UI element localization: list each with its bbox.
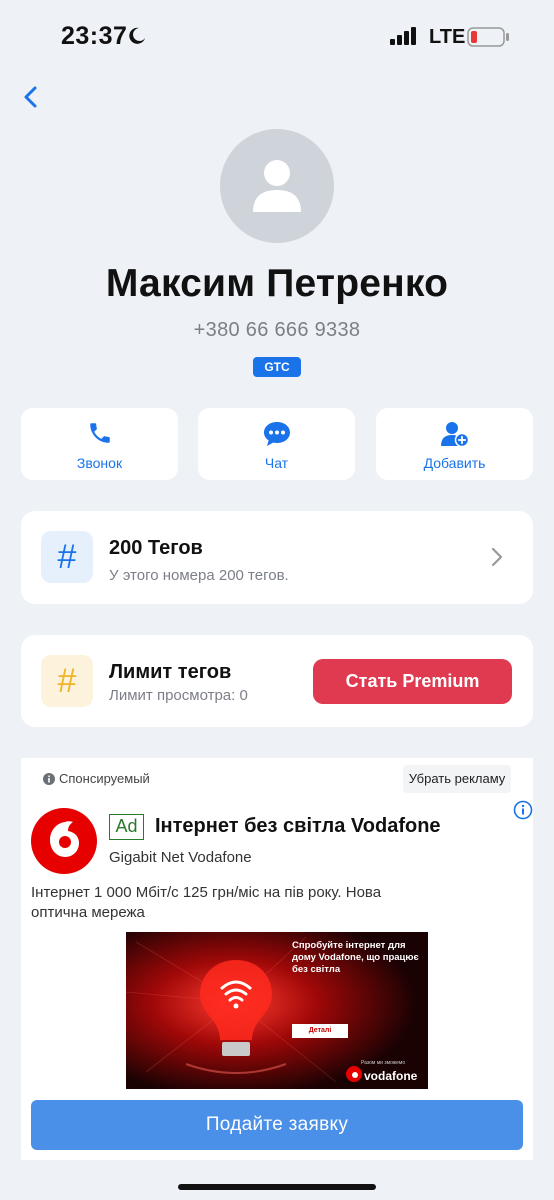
call-button[interactable]: Звонок — [21, 408, 178, 480]
banner-details-button[interactable]: Деталі — [292, 1024, 348, 1038]
banner-small-text: Разом ми зможемо — [361, 1060, 406, 1066]
contact-phone: +380 66 666 9338 — [193, 319, 361, 341]
ad-body: Інтернет 1 000 Мбіт/с 125 грн/міс на пів… — [31, 884, 382, 921]
status-bar: 23:37 LTE — [0, 0, 554, 76]
ad-title[interactable]: Інтернет без світла Vodafone — [155, 815, 441, 838]
add-contact-button[interactable]: Добавить — [376, 408, 533, 480]
info-icon — [43, 772, 55, 785]
signal-icon — [390, 27, 418, 50]
sponsored-label: Спонсируемый — [43, 771, 150, 786]
ad-info-icon[interactable] — [513, 800, 533, 825]
contact-name: Максим Петренко — [105, 262, 449, 305]
chat-button[interactable]: Чат — [198, 408, 355, 480]
limit-card: # Лимит тегов Лимит просмотра: 0 Стать P… — [21, 635, 533, 727]
limit-title: Лимит тегов — [109, 661, 232, 683]
chevron-right-icon — [491, 547, 503, 572]
hash-icon: # — [41, 531, 93, 583]
tags-subtitle: У этого номера 200 тегов. — [109, 567, 289, 584]
ad-container: Спонсируемый Убрать рекламу Ad Інтернет … — [21, 758, 533, 1160]
chevron-left-icon — [24, 86, 37, 108]
add-contact-icon — [376, 420, 533, 448]
call-label: Звонок — [76, 455, 123, 471]
home-indicator[interactable] — [178, 1184, 376, 1190]
limit-subtitle: Лимит просмотра: 0 — [109, 687, 248, 704]
remove-ads-button[interactable]: Убрать рекламу — [403, 765, 511, 793]
chat-icon — [198, 420, 355, 448]
ad-advertiser: Gigabit Net Vodafone — [109, 849, 252, 866]
network-type: LTE — [429, 26, 466, 48]
ad-cta-button[interactable]: Подайте заявку — [31, 1100, 523, 1150]
back-button[interactable] — [20, 84, 44, 112]
tags-title: 200 Тегов — [109, 537, 203, 559]
ad-banner-image[interactable]: Спробуйте інтернет для дому Vodafone, що… — [126, 932, 428, 1089]
moon-icon — [128, 27, 146, 50]
banner-headline: Спробуйте інтернет для дому Vodafone, що… — [292, 940, 419, 975]
ad-label: Ad — [109, 814, 144, 840]
avatar — [220, 129, 334, 243]
hash-icon: # — [41, 655, 93, 707]
sponsored-text: Спонсируемый — [59, 771, 150, 786]
phone-icon — [21, 420, 178, 446]
battery-icon — [467, 27, 509, 52]
chat-label: Чат — [264, 455, 289, 471]
tags-card[interactable]: # 200 Тегов У этого номера 200 тегов. — [21, 511, 533, 604]
vodafone-logo[interactable] — [31, 808, 97, 874]
banner-brand: vodafone — [364, 1069, 418, 1083]
status-badge: GTC — [253, 357, 301, 377]
person-icon — [253, 160, 301, 212]
premium-button[interactable]: Стать Premium — [313, 659, 512, 704]
status-time: 23:37 — [61, 22, 128, 50]
add-contact-label: Добавить — [423, 455, 486, 471]
